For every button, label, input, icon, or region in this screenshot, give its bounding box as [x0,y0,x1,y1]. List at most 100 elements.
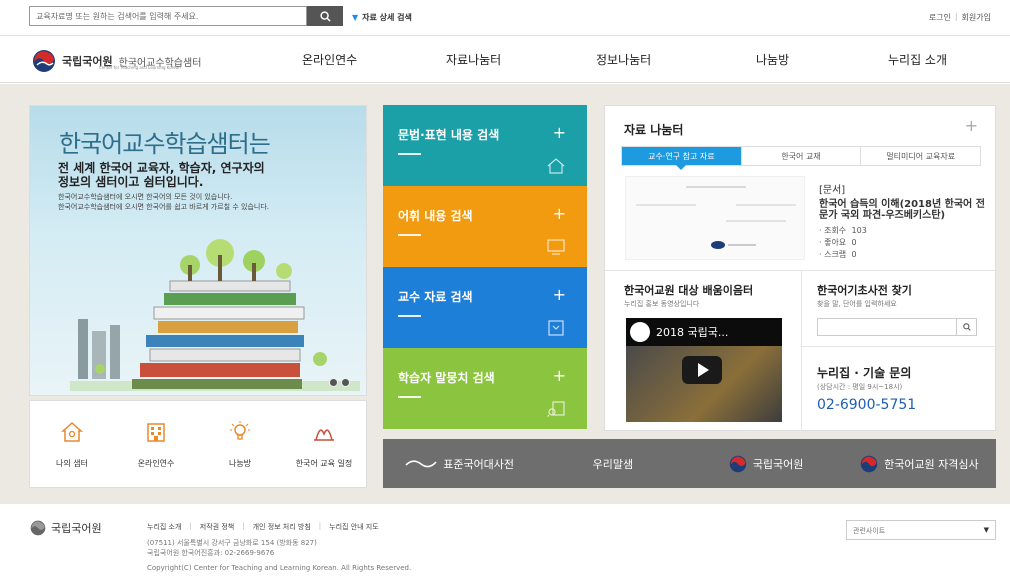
dictionary-search-button[interactable] [957,318,977,336]
banner-label: 국립국어원 [752,457,804,471]
footer: 국립국어원 누리집 소개 | 저작권 정책 | 개인 정보 처리 방침 | 누리… [0,504,1010,577]
tab-teaching-reference[interactable]: 교수·연구 참고 자료 [622,147,741,170]
quick-link-schedule[interactable]: 한국어 교육 일정 [282,401,366,487]
hero-subtitle-line: 전 세계 한국어 교육자, 학습자, 연구자의 [58,161,265,175]
tab-multimedia[interactable]: 멀티미디어 교육자료 [860,147,980,165]
advanced-search-link[interactable]: ▼ 자료 상세 검색 [352,12,412,23]
top-bar: 교육자료명 또는 원하는 검색어를 입력해 주세요. ▼ 자료 상세 검색 로그… [0,0,1010,36]
search-input[interactable]: 교육자료명 또는 원하는 검색어를 입력해 주세요. [29,6,307,26]
footer-link-copyright[interactable]: 저작권 정책 [200,522,234,532]
panel-title: 어휘 내용 검색 [398,209,473,223]
main-navigation: 국립국어원 한국어교수학습샘터 Center for Teaching and … [0,36,1010,83]
nav-item-resources[interactable]: 자료나눔터 [446,51,501,68]
related-banners: 표준국어대사전 우리말샘 국립국어원 한국어교원 자격심사 [383,439,996,488]
banner-urimalsaem[interactable]: 우리말샘 [536,456,689,472]
separator: | [242,522,245,530]
related-sites-select[interactable]: 관련사이트 ▼ [846,520,996,540]
vocabulary-search-panel[interactable]: 어휘 내용 검색 + [383,186,587,267]
banner-label: 한국어교원 자격심사 [884,457,979,471]
login-link[interactable]: 로그인 [929,12,951,23]
nav-item-about[interactable]: 누리집 소개 [888,51,947,68]
footer-links: 누리집 소개 | 저작권 정책 | 개인 정보 처리 방침 | 누리집 안내 지… [147,522,379,532]
search-button[interactable] [307,6,343,26]
panel-title: 교수 자료 검색 [398,290,473,304]
learner-corpus-search-panel[interactable]: 학습자 말뭉치 검색 + [383,348,587,429]
monitor-icon [547,239,565,255]
banner-standard-dictionary[interactable]: 표준국어대사전 [383,456,536,472]
video-player-title: 2018 국립국... [656,326,729,339]
teaching-material-search-panel[interactable]: 교수 자료 검색 + [383,267,587,348]
video-player[interactable]: 2018 국립국... [626,318,782,422]
banner-teacher-qualification[interactable]: 한국어교원 자격심사 [843,455,996,473]
slide-prev-dot[interactable] [329,378,338,387]
address-line: (07511) 서울특별시 강서구 금낭화로 154 (방화동 827) [147,539,317,547]
quick-link-sharing-room[interactable]: 나눔방 [198,401,282,487]
views-stat: · 조회수 103 [819,225,989,237]
nikl-logo-icon [860,455,878,472]
banner-label: 우리말샘 [592,457,634,471]
footer-link-sitemap[interactable]: 누리집 안내 지도 [329,522,379,532]
contact-phone: 02-6900-5751 [817,397,917,413]
document-stats: · 조회수 103 · 좋아요 0 · 스크랩 0 [819,225,989,261]
more-plus-icon[interactable]: + [965,116,978,135]
document-type: [문서] [819,185,846,196]
video-section-title: 한국어교원 대상 배움이음터 [624,284,754,297]
nav-item-sharing-room[interactable]: 나눔방 [756,51,789,68]
separator: | [318,522,322,530]
scraps-stat: · 스크랩 0 [819,249,989,261]
video-section-subtitle: 누리집 홍보 동영상입니다 [624,300,700,308]
account-links: 로그인 | 회원가입 [929,12,991,23]
hero-subtitle-line: 정보의 샘터이고 쉼터입니다. [58,175,204,189]
document-preview-graphic [636,186,796,249]
chart-icon [314,428,334,441]
home-icon [61,421,83,442]
hero-desc-line: 한국어교수학습샘터에 오시면 한국어의 모든 것이 있습니다. [58,193,233,201]
footer-link-privacy[interactable]: 개인 정보 처리 방침 [253,522,311,532]
nav-item-information[interactable]: 정보나눔터 [596,51,651,68]
nav-item-online-training[interactable]: 온라인연수 [302,51,357,68]
panel-title: 문법·표현 내용 검색 [398,128,500,142]
search-panels: 문법·표현 내용 검색 + 어휘 내용 검색 + 교수 자료 검색 + 학습자 … [383,105,587,429]
quick-link-my-center[interactable]: 나의 샘터 [30,401,114,487]
divider [802,346,995,347]
footer-logo: 국립국어원 [30,520,102,536]
scraps-label: · 스크랩 [819,250,847,259]
plus-icon: + [552,204,566,223]
search-icon [962,323,971,331]
grammar-search-panel[interactable]: 문법·표현 내용 검색 + [383,105,587,186]
signup-link[interactable]: 회원가입 [962,12,991,23]
views-label: · 조회수 [819,226,847,235]
divider [398,153,421,155]
panel-title: 학습자 말뭉치 검색 [398,371,495,385]
wave-logo-icon [405,459,437,467]
hero-description: 한국어교수학습샘터에 오시면 한국어의 모든 것이 있습니다. 한국어교수학습샘… [58,192,358,212]
contact-title: 누리집 · 기술 문의 [817,366,912,380]
dictionary-subtitle: 찾을 말, 단어를 입력하세요 [817,300,897,308]
footer-link-about[interactable]: 누리집 소개 [147,522,181,532]
resource-panel: 자료 나눔터 + 교수·연구 참고 자료 한국어 교재 멀티미디어 교육자료 [… [604,105,996,431]
dictionary-search-input[interactable] [817,318,957,336]
search-icon [319,10,331,22]
quick-link-online-training[interactable]: 온라인연수 [114,401,198,487]
divider [398,234,421,236]
quick-link-label: 나눔방 [228,458,252,468]
nikl-logo-icon [30,520,46,536]
chevron-down-icon: ▼ [352,13,359,22]
hero-subtitle: 전 세계 한국어 교육자, 학습자, 연구자의 정보의 샘터이고 쉼터입니다. [58,161,358,189]
document-thumbnail[interactable] [625,176,805,260]
document-title[interactable]: 한국어 습득의 이해(2018년 한국어 전문가 국외 파견-우즈베키스탄) [819,199,989,221]
video-title-bar: 2018 국립국... [626,318,782,346]
books-illustration [70,239,360,391]
play-button[interactable] [682,356,722,384]
views-count: 103 [851,226,867,235]
document-icon [548,320,564,336]
slide-next-dot[interactable] [341,378,350,387]
divider [801,271,802,431]
slide-controls [329,378,350,387]
building-icon [147,422,165,442]
banner-nikl[interactable]: 국립국어원 [690,455,843,473]
plus-icon: + [552,366,566,385]
tab-korean-textbook[interactable]: 한국어 교재 [740,147,861,165]
lightbulb-icon [230,420,250,440]
divider [398,315,421,317]
